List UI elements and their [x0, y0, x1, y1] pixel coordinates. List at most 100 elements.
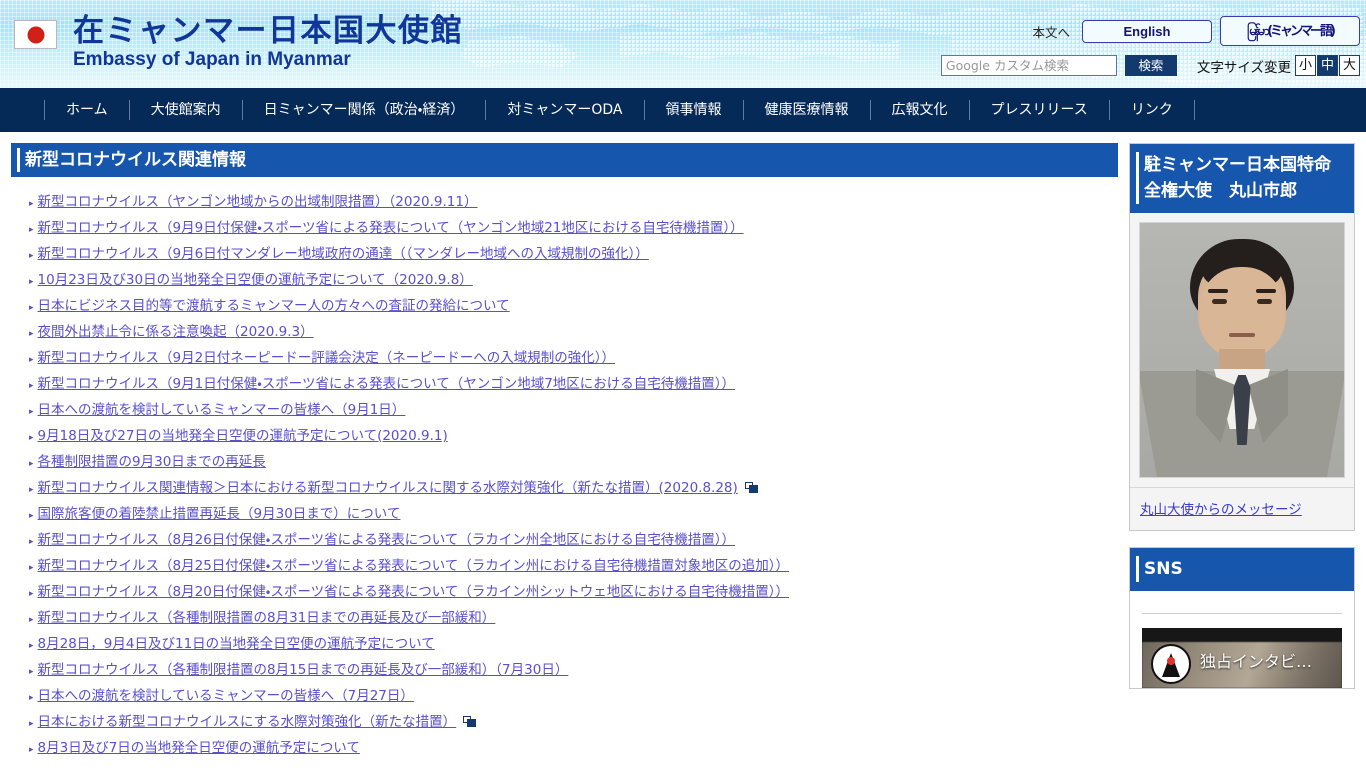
covid-info-link[interactable]: 各種制限措置の9月30日までの再延長 [38, 449, 266, 475]
nav-item-oda[interactable]: 対ミャンマーODA [485, 100, 643, 120]
ambassador-message-link[interactable]: 丸山大使からのメッセージ [1140, 502, 1302, 518]
embassy-logo-icon [1151, 644, 1191, 684]
sns-video-thumbnail[interactable]: 独占インタビ… [1142, 628, 1342, 688]
japan-flag-icon [14, 20, 57, 49]
language-myanmar-button[interactable]: မြန်မာ(ミャンマー語) [1220, 16, 1360, 46]
arrow-bullet-icon: ▸ [29, 562, 34, 572]
covid-info-link[interactable]: 9月18日及び27日の当地発全日空便の運航予定について(2020.9.1) [38, 423, 448, 449]
site-title-english: Embassy of Japan in Myanmar [73, 49, 351, 70]
covid-info-link[interactable]: 新型コロナウイルス（8月20日付保健・スポーツ省による発表について（ラカイン州シ… [38, 579, 790, 605]
search-input[interactable]: Google カスタム検索 [940, 55, 1117, 76]
nav-item-home[interactable]: ホーム [44, 100, 129, 120]
arrow-bullet-icon: ▸ [29, 510, 34, 520]
covid-info-link[interactable]: 新型コロナウイルス（8月26日付保健・スポーツ省による発表について（ラカイン州全… [38, 527, 736, 553]
covid-info-link[interactable]: 夜間外出禁止令に係る注意喚起（2020.9.3） [38, 319, 314, 345]
nav-item-press-release[interactable]: プレスリリース [968, 100, 1109, 120]
sns-heading: SNS [1130, 548, 1354, 591]
arrow-bullet-icon: ▸ [29, 380, 34, 390]
sns-card: SNS 独占インタビ… [1129, 547, 1355, 689]
arrow-bullet-icon: ▸ [29, 640, 34, 650]
external-link-icon [744, 482, 758, 494]
arrow-bullet-icon: ▸ [29, 666, 34, 676]
covid-info-link[interactable]: 新型コロナウイルス関連情報＞日本における新型コロナウイルスに関する水際対策強化（… [38, 475, 738, 501]
page-body: 新型コロナウイルス関連情報 ▸ 新型コロナウイルス（ヤンゴン地域からの出域制限措置… [0, 132, 1366, 761]
list-item: ▸ 日本への渡航を検討しているミャンマーの皆様へ（9月1日） [11, 397, 1118, 423]
covid-info-link[interactable]: 新型コロナウイルス（9月9日付保健・スポーツ省による発表について（ヤンゴン地域2… [38, 215, 744, 241]
search-button[interactable]: 検索 [1124, 55, 1177, 76]
arrow-bullet-icon: ▸ [29, 276, 34, 286]
site-brand[interactable]: 在ミャンマー日本国大使館 Embassy of Japan in Myanmar [14, 14, 463, 71]
list-item: ▸ 新型コロナウイルス（ヤンゴン地域からの出域制限措置）（2020.9.11） [11, 189, 1118, 215]
list-item: ▸ 国際旅客便の着陸禁止措置再延長（9月30日まで）について [11, 501, 1118, 527]
list-item: ▸ 新型コロナウイルス（9月9日付保健・スポーツ省による発表について（ヤンゴン地域… [11, 215, 1118, 241]
site-title-japanese: 在ミャンマー日本国大使館 [73, 13, 463, 49]
arrow-bullet-icon: ▸ [29, 328, 34, 338]
nav-item-embassy-info[interactable]: 大使館案内 [128, 100, 242, 120]
arrow-bullet-icon: ▸ [29, 302, 34, 312]
list-item: ▸ 新型コロナウイルス（8月25日付保健・スポーツ省による発表について（ラカイン州… [11, 553, 1118, 579]
main-content: 新型コロナウイルス関連情報 ▸ 新型コロナウイルス（ヤンゴン地域からの出域制限措置… [0, 143, 1118, 761]
list-item: ▸ 新型コロナウイルス（各種制限措置の8月15日までの再延長及び一部緩和）（7月3… [11, 657, 1118, 683]
covid-info-link[interactable]: 日本における新型コロナウイルスにする水際対策強化（新たな措置） [38, 709, 457, 735]
nav-item-japan-myanmar-relations[interactable]: 日ミャンマー関係（政治・経済） [241, 100, 486, 120]
sidebar: 駐ミャンマー日本国特命全権大使 丸山市郎 丸山大使からのメッセージ SNS 独占… [1118, 143, 1355, 761]
external-link-icon [463, 716, 477, 728]
list-item: ▸ 新型コロナウイルス（9月1日付保健・スポーツ省による発表について（ヤンゴン地域… [11, 371, 1118, 397]
covid-link-list: ▸ 新型コロナウイルス（ヤンゴン地域からの出域制限措置）（2020.9.11） ▸ 新… [11, 189, 1118, 761]
covid-info-link[interactable]: 日本への渡航を検討しているミャンマーの皆様へ（7月27日） [38, 683, 414, 709]
arrow-bullet-icon: ▸ [29, 744, 34, 754]
covid-info-link[interactable]: 8月3日及び7日の当地発全日空便の運航予定について [38, 735, 360, 761]
arrow-bullet-icon: ▸ [29, 250, 34, 260]
list-item: ▸ 新型コロナウイルス（各種制限措置の8月31日までの再延長及び一部緩和） [11, 605, 1118, 631]
arrow-bullet-icon: ▸ [29, 484, 34, 494]
font-size-medium-button[interactable]: 中 [1317, 55, 1338, 76]
arrow-bullet-icon: ▸ [29, 588, 34, 598]
ambassador-portrait [1139, 222, 1345, 478]
list-item: ▸ 9月18日及び27日の当地発全日空便の運航予定について(2020.9.1) [11, 423, 1118, 449]
language-english-button[interactable]: English [1082, 19, 1212, 43]
list-item: ▸ 日本への渡航を検討しているミャンマーの皆様へ（7月27日） [11, 683, 1118, 709]
sns-video-caption: 独占インタビ… [1200, 652, 1313, 671]
arrow-bullet-icon: ▸ [29, 536, 34, 546]
sns-divider [1142, 613, 1342, 614]
covid-info-link[interactable]: 新型コロナウイルス（各種制限措置の8月31日までの再延長及び一部緩和） [38, 605, 496, 631]
font-size-large-button[interactable]: 大 [1339, 55, 1360, 76]
arrow-bullet-icon: ▸ [29, 718, 34, 728]
nav-item-consular[interactable]: 領事情報 [643, 100, 743, 120]
list-item: ▸ 夜間外出禁止令に係る注意喚起（2020.9.3） [11, 319, 1118, 345]
covid-info-link[interactable]: 新型コロナウイルス（9月1日付保健・スポーツ省による発表について（ヤンゴン地域7… [38, 371, 736, 397]
arrow-bullet-icon: ▸ [29, 354, 34, 364]
list-item: ▸ 日本における新型コロナウイルスにする水際対策強化（新たな措置） [11, 709, 1118, 735]
list-item: ▸ 8月3日及び7日の当地発全日空便の運航予定について [11, 735, 1118, 761]
arrow-bullet-icon: ▸ [29, 458, 34, 468]
covid-info-link[interactable]: 8月28日，9月4日及び11日の当地発全日空便の運航予定について [38, 631, 435, 657]
ambassador-heading: 駐ミャンマー日本国特命全権大使 丸山市郎 [1130, 144, 1354, 213]
covid-info-link[interactable]: 日本への渡航を検討しているミャンマーの皆様へ（9月1日） [38, 397, 406, 423]
list-item: ▸ 新型コロナウイルス（9月2日付ネーピードー評議会決定（ネーピードーへの入域規制… [11, 345, 1118, 371]
list-item: ▸ 新型コロナウイルス関連情報＞日本における新型コロナウイルスに関する水際対策強化… [11, 475, 1118, 501]
font-size-small-button[interactable]: 小 [1295, 55, 1316, 76]
covid-info-link[interactable]: 新型コロナウイルス（9月6日付マンダレー地域政府の通達（（マンダレー地域への入域… [38, 241, 649, 267]
skip-to-content-link[interactable]: 本文へ [1028, 20, 1074, 43]
covid-info-link[interactable]: 国際旅客便の着陸禁止措置再延長（9月30日まで）について [38, 501, 401, 527]
font-size-label: 文字サイズ変更 [1196, 59, 1291, 76]
covid-info-link[interactable]: 日本にビジネス目的等で渡航するミャンマー人の方々への査証の発給について [38, 293, 510, 319]
covid-info-link[interactable]: 新型コロナウイルス（9月2日付ネーピードー評議会決定（ネーピードーへの入域規制の… [38, 345, 615, 371]
list-item: ▸ 新型コロナウイルス（8月26日付保健・スポーツ省による発表について（ラカイン州… [11, 527, 1118, 553]
nav-item-links[interactable]: リンク [1108, 100, 1195, 120]
arrow-bullet-icon: ▸ [29, 614, 34, 624]
list-item: ▸ 10月23日及び30日の当地発全日空便の運航予定について（2020.9.8） [11, 267, 1118, 293]
nav-item-culture[interactable]: 広報文化 [869, 100, 969, 120]
arrow-bullet-icon: ▸ [29, 406, 34, 416]
covid-info-link[interactable]: 新型コロナウイルス（8月25日付保健・スポーツ省による発表について（ラカイン州に… [38, 553, 790, 579]
covid-info-link[interactable]: 10月23日及び30日の当地発全日空便の運航予定について（2020.9.8） [38, 267, 473, 293]
covid-info-link[interactable]: 新型コロナウイルス（各種制限措置の8月15日までの再延長及び一部緩和）（7月30… [38, 657, 569, 683]
list-item: ▸ 新型コロナウイルス（8月20日付保健・スポーツ省による発表について（ラカイン州… [11, 579, 1118, 605]
list-item: ▸ 新型コロナウイルス（9月6日付マンダレー地域政府の通達（（マンダレー地域への入… [11, 241, 1118, 267]
arrow-bullet-icon: ▸ [29, 224, 34, 234]
ambassador-card: 駐ミャンマー日本国特命全権大使 丸山市郎 丸山大使からのメッセージ [1129, 143, 1355, 531]
list-item: ▸ 8月28日，9月4日及び11日の当地発全日空便の運航予定について [11, 631, 1118, 657]
covid-info-link[interactable]: 新型コロナウイルス（ヤンゴン地域からの出域制限措置）（2020.9.11） [38, 189, 478, 215]
nav-item-health-medical[interactable]: 健康医療情報 [742, 100, 870, 120]
site-header: 在ミャンマー日本国大使館 Embassy of Japan in Myanmar… [0, 0, 1366, 88]
